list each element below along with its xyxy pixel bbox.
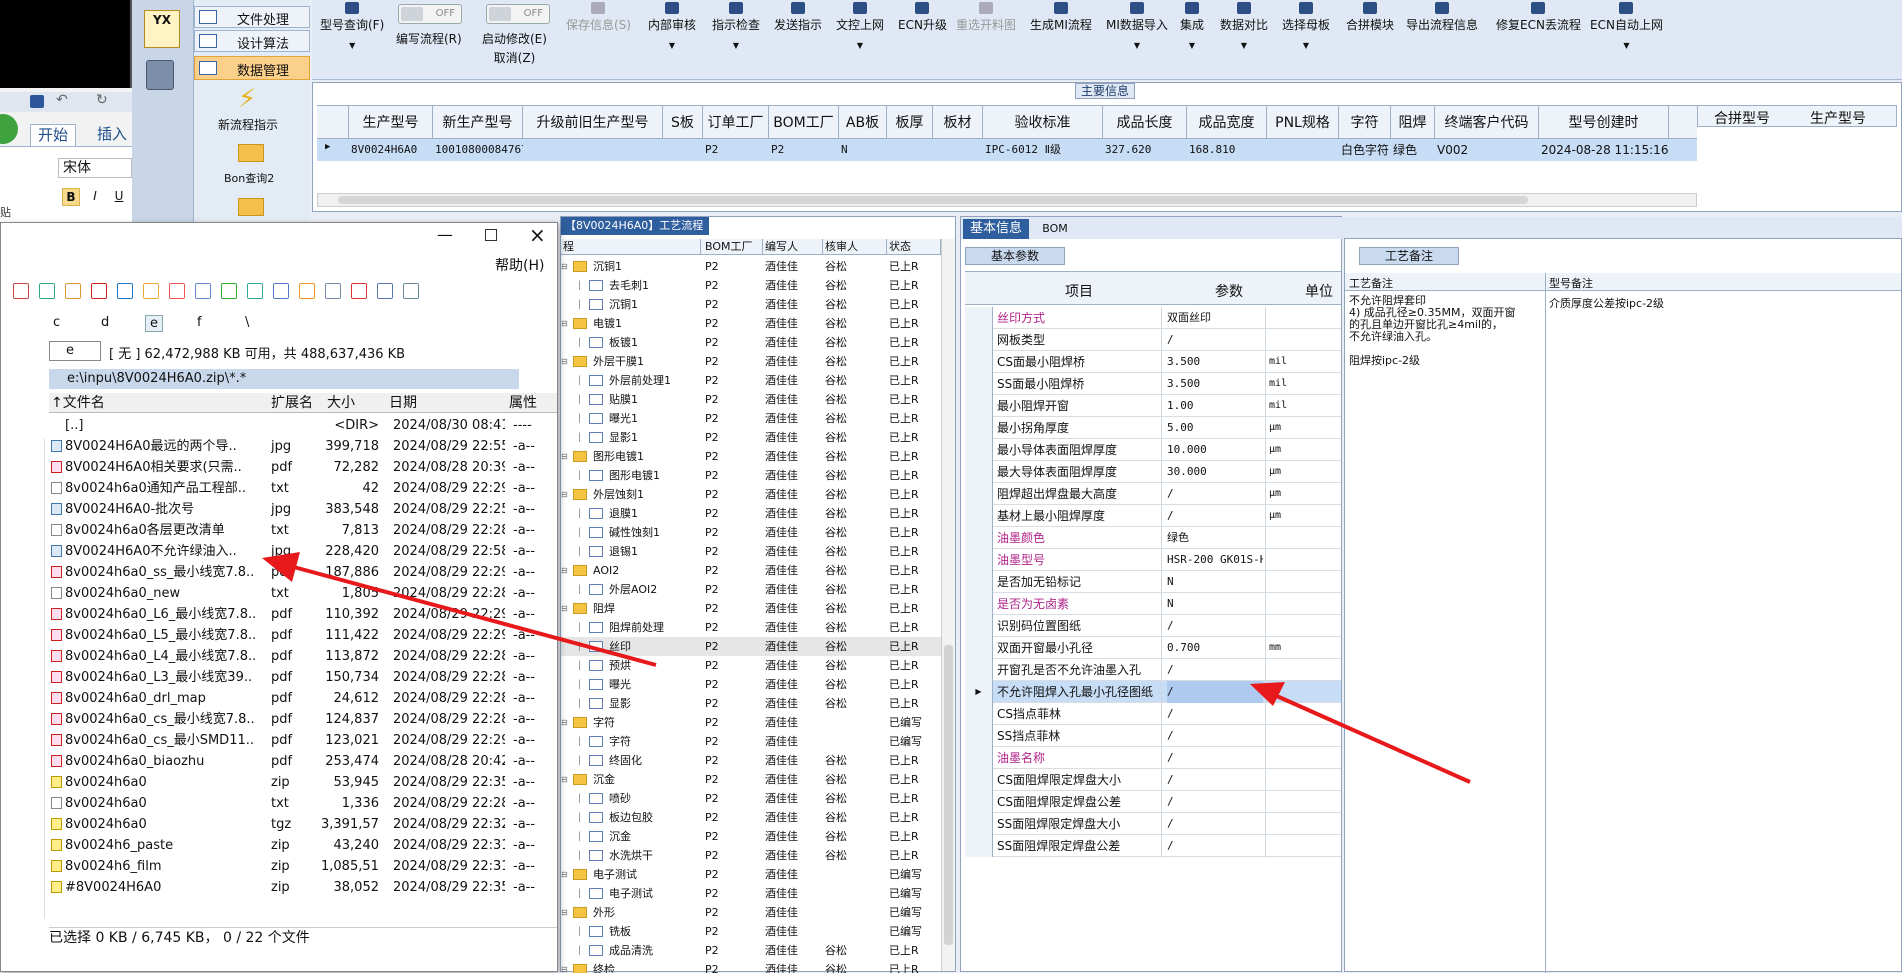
arrow-head-1 xyxy=(262,552,300,582)
annotation-arrows xyxy=(262,552,1471,784)
arrow-line-2 xyxy=(1269,691,1471,784)
arrow-head-2 xyxy=(1250,682,1285,706)
arrow-line-1 xyxy=(289,564,657,667)
